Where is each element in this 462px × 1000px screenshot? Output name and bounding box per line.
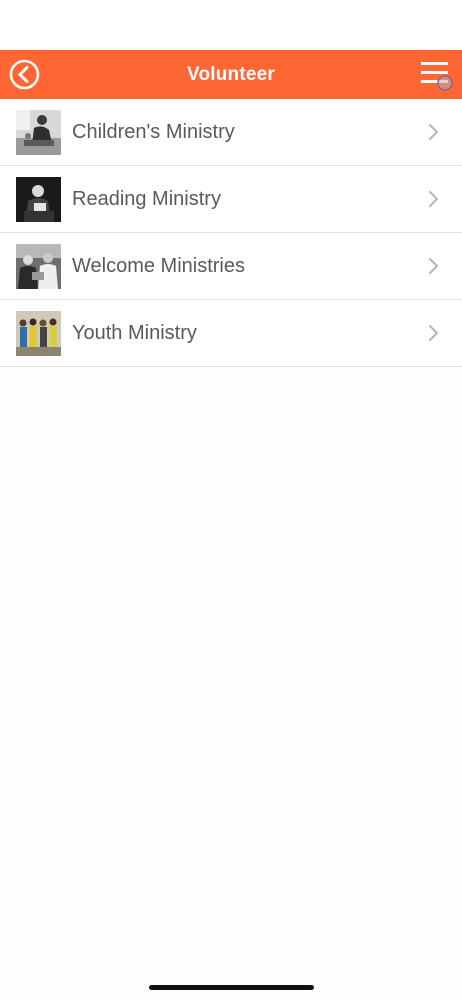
welcome-ministries-thumbnail <box>16 243 61 289</box>
chevron-right-icon <box>429 325 438 341</box>
app-screen: Volunteer Children's Ministry Reading Mi… <box>0 0 462 1000</box>
menu-button[interactable] <box>420 61 454 93</box>
chevron-right-icon <box>429 124 438 140</box>
home-indicator[interactable] <box>149 985 314 990</box>
list-item-label: Children's Ministry <box>72 120 235 143</box>
status-bar-area <box>0 0 462 50</box>
list-item-label: Reading Ministry <box>72 187 221 210</box>
list-item-reading-ministry[interactable]: Reading Ministry <box>0 166 462 233</box>
list-item-childrens-ministry[interactable]: Children's Ministry <box>0 99 462 166</box>
ministry-list: Children's Ministry Reading Ministry Wel… <box>0 99 462 367</box>
back-button[interactable] <box>9 59 40 90</box>
children-ministry-thumbnail <box>16 109 61 155</box>
youth-ministry-thumbnail <box>16 310 61 356</box>
chevron-right-icon <box>429 191 438 207</box>
chevron-right-icon <box>429 258 438 274</box>
list-item-label: Welcome Ministries <box>72 254 245 277</box>
list-item-welcome-ministries[interactable]: Welcome Ministries <box>0 233 462 300</box>
back-arrow-circle-icon <box>9 59 40 90</box>
page-title: Volunteer <box>186 63 275 85</box>
nav-bar: Volunteer <box>0 50 462 99</box>
list-item-youth-ministry[interactable]: Youth Ministry <box>0 300 462 367</box>
hamburger-menu-icon <box>421 62 453 91</box>
list-item-label: Youth Ministry <box>72 321 197 344</box>
reading-ministry-thumbnail <box>16 176 61 222</box>
